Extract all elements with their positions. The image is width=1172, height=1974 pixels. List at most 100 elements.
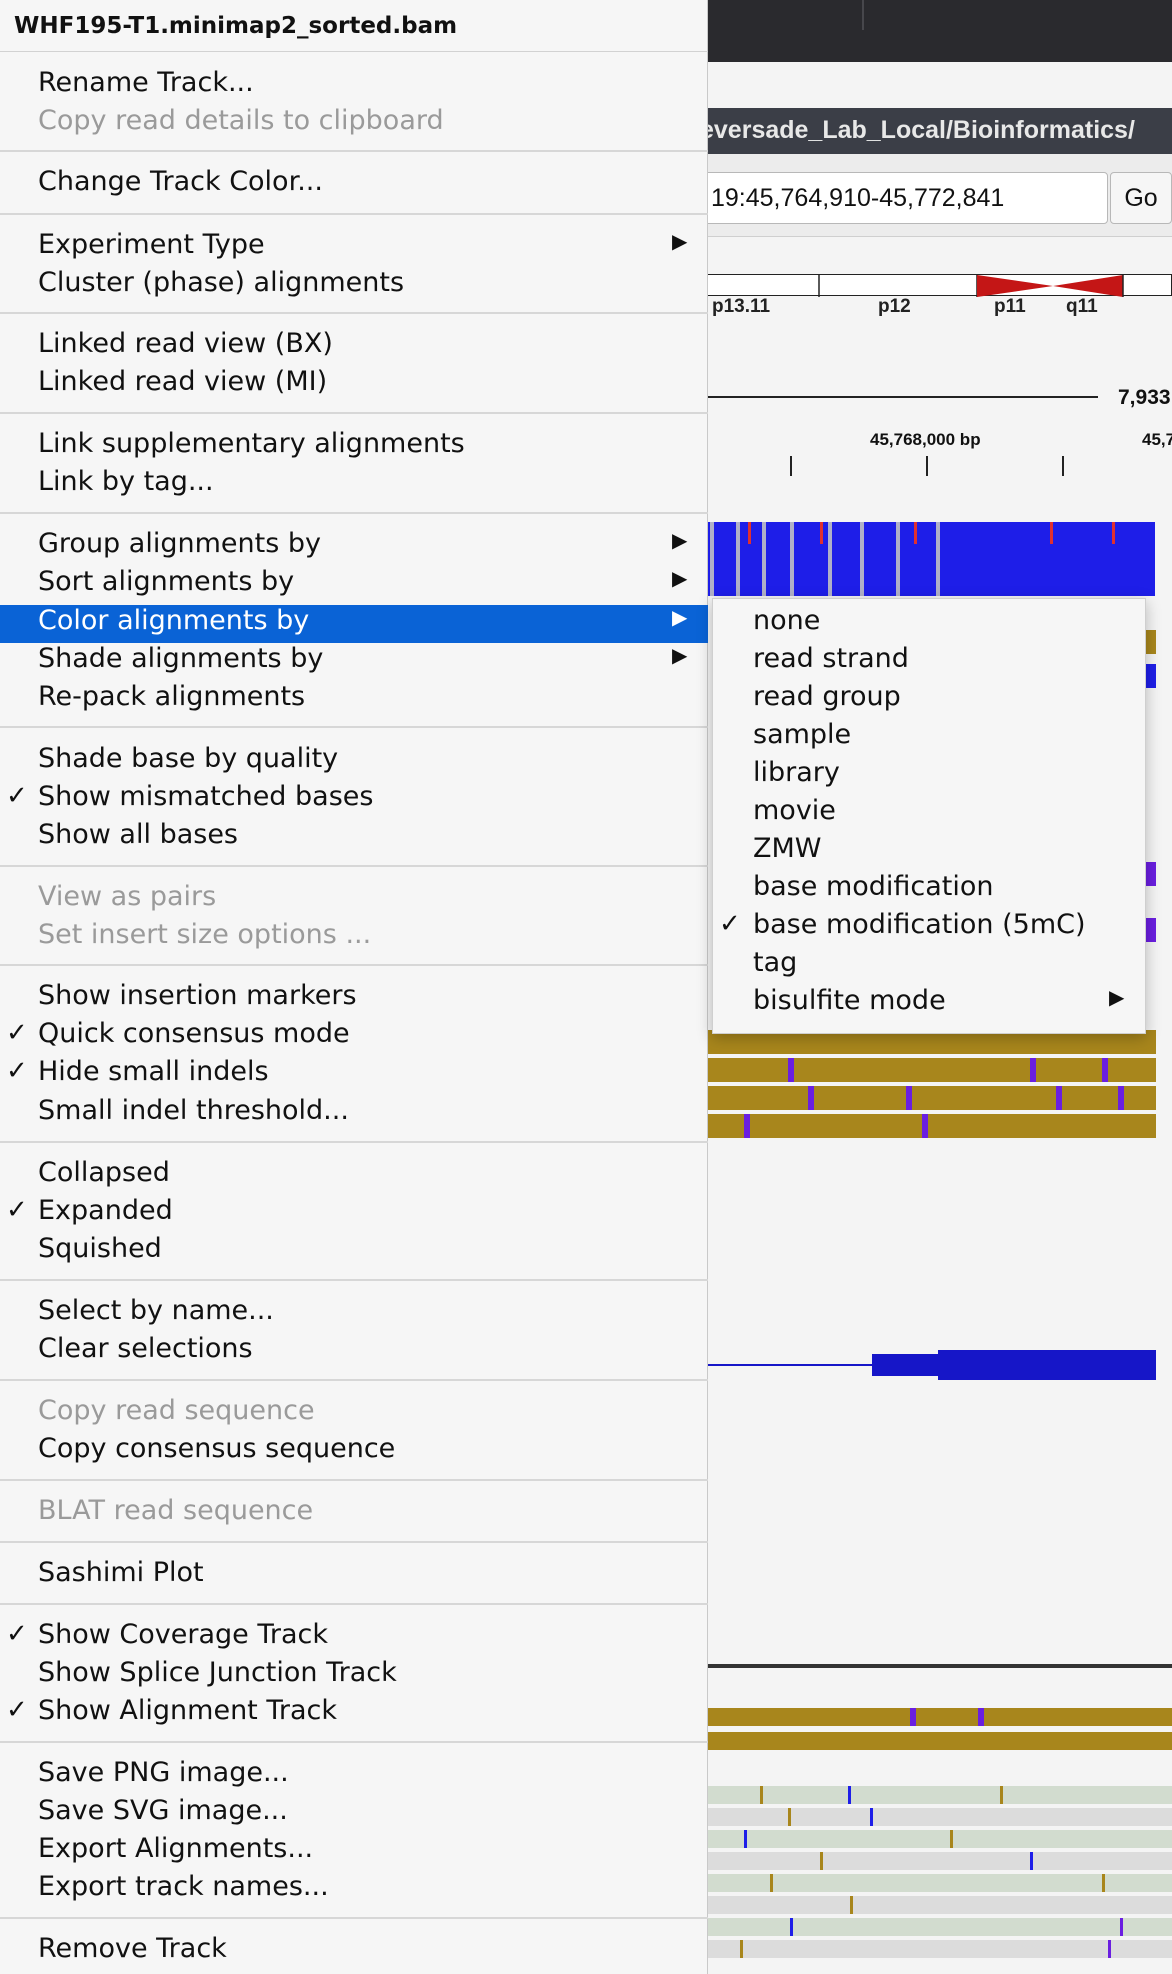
coverage-gap (790, 522, 794, 596)
menu-item-linked-read-view-mi[interactable]: Linked read view (MI) (0, 366, 708, 404)
menu-item-label: Shade base by quality (38, 743, 339, 774)
menu-item-clear-selections[interactable]: Clear selections (0, 1333, 708, 1371)
coverage-gap (762, 522, 766, 596)
menu-item-show-coverage-track[interactable]: ✓ Show Coverage Track (0, 1619, 708, 1657)
coverage-track[interactable] (700, 522, 1155, 596)
alignment-read[interactable] (1146, 862, 1156, 886)
checkmark-icon: ✓ (6, 1695, 28, 1725)
mismatch-mark (820, 1852, 823, 1870)
checkmark-icon: ✓ (6, 1056, 28, 1086)
menu-item-label: Show Coverage Track (38, 1619, 329, 1650)
menu-item-label: Show Splice Junction Track (38, 1657, 397, 1688)
menu-item-rename-track[interactable]: Rename Track... (0, 67, 708, 105)
alignment-read[interactable] (700, 1786, 1172, 1804)
menu-item-label: Group alignments by (38, 528, 321, 559)
go-button[interactable]: Go (1110, 172, 1172, 224)
menu-item-label: Show Alignment Track (38, 1695, 338, 1726)
menu-item-group-alignments[interactable]: Group alignments by ▶ (0, 528, 708, 566)
menu-item-select-by-name[interactable]: Select by name... (0, 1295, 708, 1333)
gene-exon[interactable] (938, 1350, 1156, 1380)
menu-item-show-alignment-track[interactable]: ✓ Show Alignment Track (0, 1695, 708, 1733)
submenu-item-sample[interactable]: sample (713, 719, 1145, 757)
submenu-item-base-modification-5mc[interactable]: ✓ base modification (5mC) (713, 909, 1145, 947)
mismatch-mark (788, 1808, 791, 1826)
menu-item-label: Collapsed (38, 1157, 170, 1188)
menu-item-cluster-alignments[interactable]: Cluster (phase) alignments (0, 267, 708, 305)
menu-item-save-png[interactable]: Save PNG image... (0, 1757, 708, 1795)
menu-item-quick-consensus-mode[interactable]: ✓ Quick consensus mode (0, 1018, 708, 1056)
alignment-read[interactable] (1146, 630, 1156, 654)
modification-mark (808, 1086, 814, 1110)
alignment-read[interactable] (700, 1708, 1172, 1726)
menu-item-squished[interactable]: Squished (0, 1233, 708, 1271)
modification-mark (978, 1708, 984, 1726)
menu-item-label: Color alignments by (38, 605, 310, 636)
locus-input[interactable]: 19:45,764,910-45,772,841 (700, 172, 1108, 224)
menu-item-sashimi-plot[interactable]: Sashimi Plot (0, 1557, 708, 1595)
menu-item-view-as-pairs: View as pairs (0, 881, 708, 919)
alignment-read[interactable] (700, 1874, 1172, 1892)
titlebar-divider (862, 0, 864, 30)
menu-item-experiment-type[interactable]: Experiment Type ▶ (0, 229, 708, 267)
menu-item-show-all-bases[interactable]: Show all bases (0, 819, 708, 857)
menu-item-shade-base-quality[interactable]: Shade base by quality (0, 743, 708, 781)
submenu-item-label: tag (753, 947, 798, 978)
alignment-read[interactable] (700, 1114, 1156, 1138)
alignment-read[interactable] (1146, 918, 1156, 942)
band-label: p12 (878, 296, 911, 317)
menu-item-label: Copy consensus sequence (38, 1433, 396, 1464)
submenu-item-none[interactable]: none (713, 605, 1145, 643)
menu-item-repack-alignments[interactable]: Re-pack alignments (0, 681, 708, 719)
mismatch-mark (760, 1786, 763, 1804)
menu-item-show-insertion-markers[interactable]: Show insertion markers (0, 980, 708, 1018)
alignment-read[interactable] (700, 1058, 1156, 1082)
submenu-item-bisulfite-mode[interactable]: bisulfite mode ▶ (713, 985, 1145, 1023)
submenu-item-read-strand[interactable]: read strand (713, 643, 1145, 681)
submenu-item-label: none (753, 605, 821, 636)
alignment-read[interactable] (700, 1940, 1172, 1958)
menu-item-remove-track[interactable]: Remove Track (0, 1933, 708, 1971)
menu-item-show-splice-junction-track[interactable]: Show Splice Junction Track (0, 1657, 708, 1695)
chromosome-ideogram[interactable] (700, 274, 1172, 297)
track-context-menu: WHF195-T1.minimap2_sorted.bam Rename Tra… (0, 0, 708, 1974)
alignment-read[interactable] (700, 1086, 1156, 1110)
menu-item-sort-alignments[interactable]: Sort alignments by ▶ (0, 566, 708, 604)
menu-separator (0, 412, 708, 414)
submenu-item-label: bisulfite mode (753, 985, 946, 1016)
menu-item-label: Select by name... (38, 1295, 274, 1326)
alignment-read[interactable] (700, 1830, 1172, 1848)
file-path-text: eversade_Lab_Local/Bioinformatics/ (700, 116, 1135, 144)
submenu-item-library[interactable]: library (713, 757, 1145, 795)
menu-separator (0, 1541, 708, 1543)
alignment-read[interactable] (1146, 664, 1156, 688)
submenu-item-zmw[interactable]: ZMW (713, 833, 1145, 871)
menu-item-hide-small-indels[interactable]: ✓ Hide small indels (0, 1056, 708, 1094)
gene-exon[interactable] (872, 1354, 938, 1376)
menu-item-label: Rename Track... (38, 67, 254, 98)
modification-mark (1118, 1086, 1124, 1110)
menu-item-link-by-tag[interactable]: Link by tag... (0, 466, 708, 504)
submenu-item-read-group[interactable]: read group (713, 681, 1145, 719)
alignment-read[interactable] (700, 1732, 1172, 1750)
menu-item-change-track-color[interactable]: Change Track Color... (0, 166, 708, 204)
submenu-item-movie[interactable]: movie (713, 795, 1145, 833)
alignment-read[interactable] (700, 1808, 1172, 1826)
menu-item-linked-read-view-bx[interactable]: Linked read view (BX) (0, 328, 708, 366)
menu-separator (0, 1379, 708, 1381)
menu-item-export-track-names[interactable]: Export track names... (0, 1871, 708, 1909)
menu-item-collapsed[interactable]: Collapsed (0, 1157, 708, 1195)
menu-item-expanded[interactable]: ✓ Expanded (0, 1195, 708, 1233)
alignment-read[interactable] (700, 1852, 1172, 1870)
menu-item-export-alignments[interactable]: Export Alignments... (0, 1833, 708, 1871)
menu-item-copy-consensus-sequence[interactable]: Copy consensus sequence (0, 1433, 708, 1471)
menu-item-save-svg[interactable]: Save SVG image... (0, 1795, 708, 1833)
submenu-item-tag[interactable]: tag (713, 947, 1145, 985)
menu-item-small-indel-threshold[interactable]: Small indel threshold... (0, 1095, 708, 1133)
alignment-read[interactable] (700, 1918, 1172, 1936)
menu-item-show-mismatched-bases[interactable]: ✓ Show mismatched bases (0, 781, 708, 819)
submenu-item-base-modification[interactable]: base modification (713, 871, 1145, 909)
menu-item-link-supplementary[interactable]: Link supplementary alignments (0, 428, 708, 466)
menu-item-shade-alignments[interactable]: Shade alignments by ▶ (0, 643, 708, 681)
alignment-read[interactable] (700, 1896, 1172, 1914)
menu-item-color-alignments[interactable]: Color alignments by ▶ (0, 605, 708, 643)
